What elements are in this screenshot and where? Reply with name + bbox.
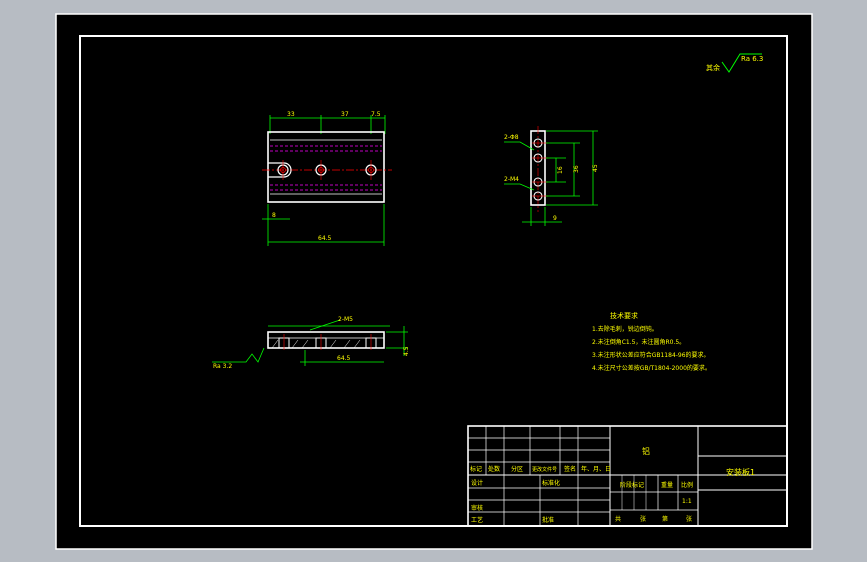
dim-45: 45 [592, 164, 599, 172]
scale-label: 比例 [681, 481, 693, 489]
requirement-3: 3.未注形状公差应符合GB1184-96的要求。 [592, 351, 710, 359]
approve-label: 批准 [542, 516, 554, 524]
drawing-sheet [55, 13, 813, 550]
sheet-total-label: 共 [615, 515, 621, 523]
section-dim-width: 64.5 [337, 355, 351, 362]
section-dim-height: 4.5 [403, 346, 410, 356]
row-label-change-doc: 更改文件号 [532, 466, 557, 473]
cad-drawing-viewport[interactable]: 其余 Ra 6.3 33 37 7.5 64.5 8 2-Φ8 2-M4 16 … [0, 0, 867, 562]
process-label: 工艺 [471, 516, 483, 524]
roughness-value: Ra 6.3 [741, 55, 763, 63]
requirement-2: 2.未注倒角C1.5，未注圆角R0.5。 [592, 338, 685, 346]
row-label-mark: 标记 [470, 465, 482, 473]
row-label-zone: 分区 [511, 465, 523, 473]
stage-mark-label: 阶段标记 [620, 481, 644, 489]
roughness-prefix: 其余 [706, 63, 720, 72]
sheet-unit-a: 张 [640, 515, 646, 523]
standard-label: 标准化 [542, 479, 560, 487]
row-label-sign: 签名 [564, 465, 576, 473]
requirement-1: 1.去除毛刺，锐边倒钝。 [592, 325, 658, 333]
part-name: 安装板1 [726, 467, 755, 477]
dim-16: 16 [557, 166, 564, 174]
row-label-date: 年、月、日 [581, 465, 611, 473]
dim-64-5: 64.5 [318, 235, 332, 242]
sheet-no-label: 第 [662, 515, 668, 523]
section-roughness: Ra 3.2 [213, 363, 232, 370]
design-label: 设计 [471, 479, 483, 487]
section-hole-label: 2-M5 [338, 316, 353, 323]
requirement-4: 4.未注尺寸公差按GB/T1804-2000的要求。 [592, 364, 711, 372]
review-label: 审核 [471, 504, 483, 512]
hole-label-2-m4: 2-M4 [504, 176, 519, 183]
weight-label: 重量 [661, 481, 673, 489]
hole-label-2-phi8: 2-Φ8 [504, 134, 519, 141]
dim-36: 36 [573, 165, 580, 173]
scale-value: 1:1 [682, 498, 692, 505]
requirements-title: 技术要求 [610, 311, 638, 320]
material-label: 铝 [642, 446, 650, 456]
dim-7-5: 7.5 [371, 111, 381, 118]
dim-33: 33 [287, 111, 295, 118]
dim-37: 37 [341, 111, 349, 118]
row-label-count: 处数 [488, 465, 500, 473]
sheet-unit-b: 张 [686, 515, 692, 523]
dim-9: 9 [553, 215, 557, 222]
dim-8: 8 [272, 212, 276, 219]
